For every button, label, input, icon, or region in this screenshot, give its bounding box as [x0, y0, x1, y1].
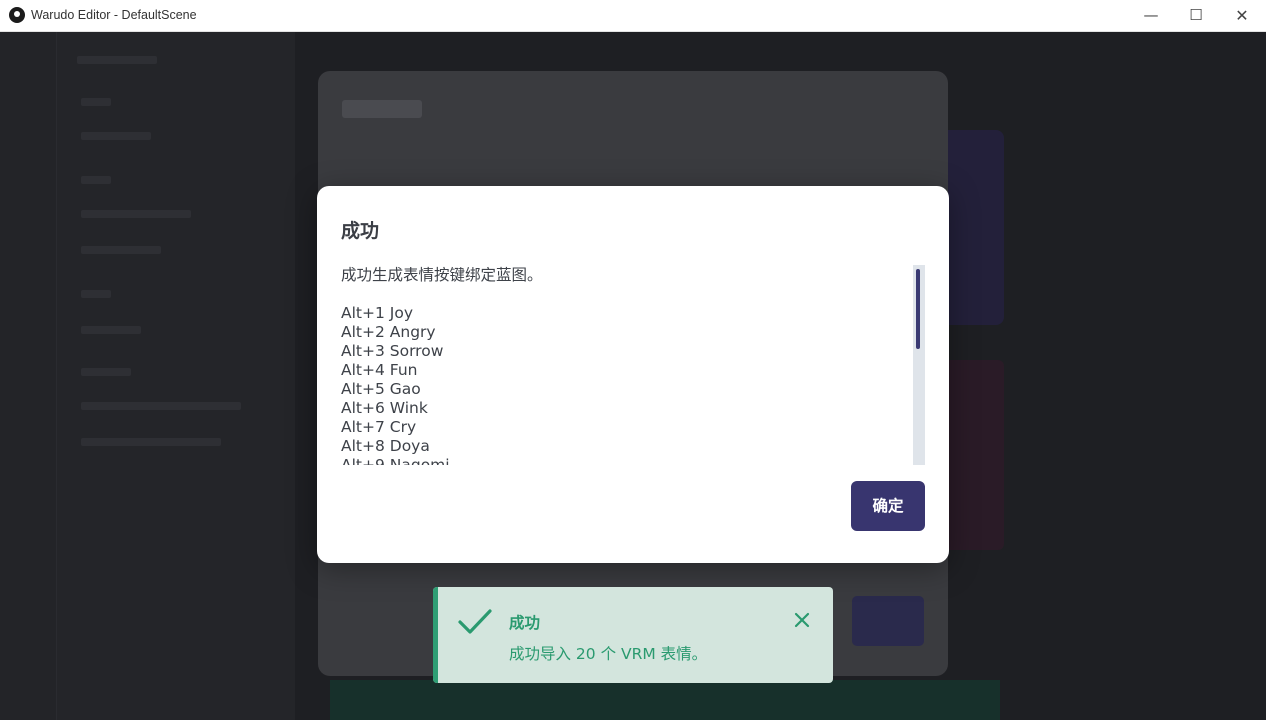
- toast-accent-bar: [433, 587, 438, 683]
- ghost-line: [81, 210, 191, 218]
- maximize-button[interactable]: ☐: [1173, 0, 1219, 31]
- background-dialog-button: [852, 596, 924, 646]
- close-icon[interactable]: [791, 609, 813, 631]
- background-dialog-title: [342, 100, 422, 118]
- hotkey-item: Alt+5 Gao: [341, 380, 421, 398]
- window-titlebar: Warudo Editor - DefaultScene — ☐ ✕: [0, 0, 1266, 32]
- minimize-button[interactable]: —: [1128, 0, 1174, 31]
- hotkey-item: Alt+9 Nagomi: [341, 456, 450, 465]
- dialog-message: 成功生成表情按键绑定蓝图。: [341, 266, 543, 284]
- editor-panel: [57, 32, 295, 720]
- success-dialog: 成功 成功生成表情按键绑定蓝图。 Alt+1 Joy Alt+2 Angry A…: [317, 186, 949, 563]
- editor-sidebar: [0, 32, 57, 720]
- ghost-line: [81, 438, 221, 446]
- ghost-line: [77, 56, 157, 64]
- ghost-line: [81, 402, 241, 410]
- hotkey-item: Alt+7 Cry: [341, 418, 417, 436]
- success-toast: 成功 成功导入 20 个 VRM 表情。: [433, 587, 833, 683]
- ghost-line: [81, 132, 151, 140]
- ghost-line: [81, 98, 111, 106]
- hotkey-item: Alt+8 Doya: [341, 437, 430, 455]
- dialog-title: 成功: [341, 220, 380, 242]
- ghost-line: [81, 326, 141, 334]
- scrollbar-thumb[interactable]: [916, 269, 920, 349]
- toast-message: 成功导入 20 个 VRM 表情。: [509, 645, 708, 663]
- hotkey-item: Alt+6 Wink: [341, 399, 428, 417]
- viewport-preview: [948, 130, 1004, 325]
- app-logo-icon: [9, 7, 25, 23]
- ghost-line: [81, 368, 131, 376]
- ghost-line: [81, 176, 111, 184]
- viewport-preview: [948, 360, 1004, 550]
- dialog-message-area[interactable]: 成功生成表情按键绑定蓝图。 Alt+1 Joy Alt+2 Angry Alt+…: [341, 266, 911, 465]
- dialog-scrollbar[interactable]: [913, 265, 925, 465]
- check-icon: [458, 609, 492, 634]
- hotkey-item: Alt+1 Joy: [341, 304, 413, 322]
- viewport-bottom: [330, 680, 1000, 720]
- hotkey-item: Alt+2 Angry: [341, 323, 436, 341]
- window-close-button[interactable]: ✕: [1219, 0, 1265, 31]
- hotkey-item: Alt+4 Fun: [341, 361, 418, 379]
- toast-title: 成功: [509, 614, 541, 632]
- ghost-line: [81, 246, 161, 254]
- window-title: Warudo Editor - DefaultScene: [31, 8, 197, 22]
- confirm-button[interactable]: 确定: [851, 481, 925, 531]
- ghost-line: [81, 290, 111, 298]
- hotkey-item: Alt+3 Sorrow: [341, 342, 444, 360]
